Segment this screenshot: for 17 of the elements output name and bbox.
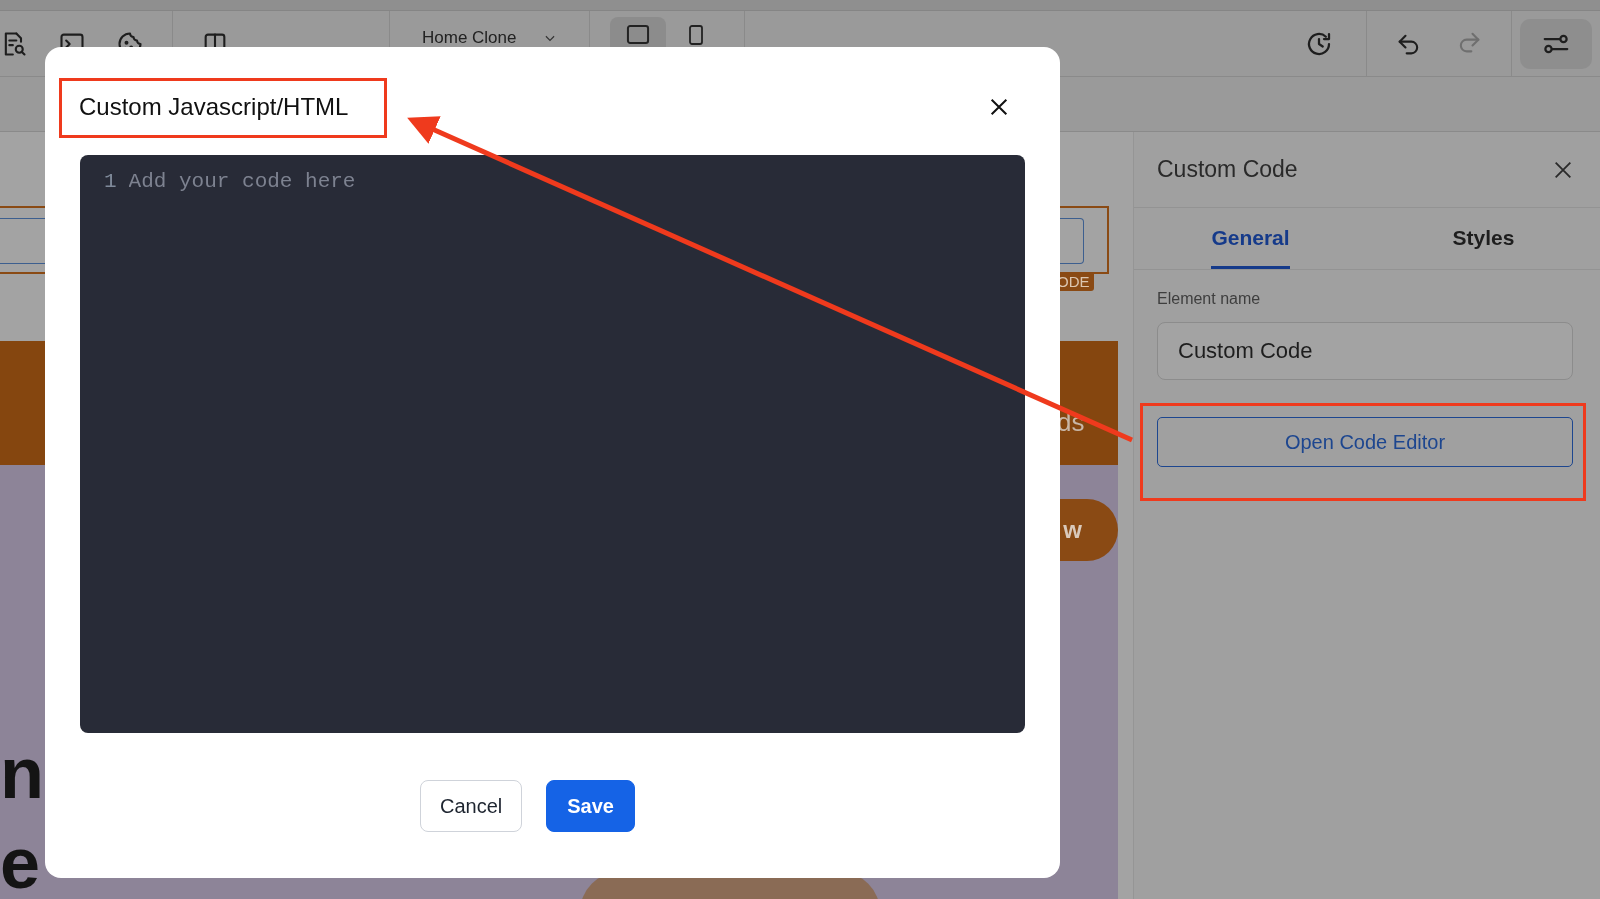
field-label: Element name	[1157, 290, 1262, 308]
page-select[interactable]: Home Clone	[422, 28, 557, 48]
heading-text: n	[0, 737, 41, 809]
mobile-icon	[688, 25, 703, 45]
tab[interactable]: General	[1211, 208, 1290, 269]
panel-title: Custom Code	[1157, 156, 1298, 183]
tab[interactable]: Styles	[1452, 208, 1515, 269]
line-number: 1	[104, 169, 117, 195]
cancel-button[interactable]: Cancel	[420, 780, 523, 832]
element-name-field[interactable]: Custom Code	[1157, 322, 1573, 380]
code-input[interactable]: Add your code here	[128, 169, 529, 195]
heading-text: e	[0, 827, 38, 899]
save-button[interactable]: Save	[546, 780, 635, 832]
modal-title: Custom Javascript/HTML	[79, 93, 349, 121]
close-icon[interactable]	[988, 96, 1010, 118]
open-code-editor-button[interactable]: Open Code Editor	[1157, 417, 1573, 467]
desktop-icon	[625, 25, 650, 44]
